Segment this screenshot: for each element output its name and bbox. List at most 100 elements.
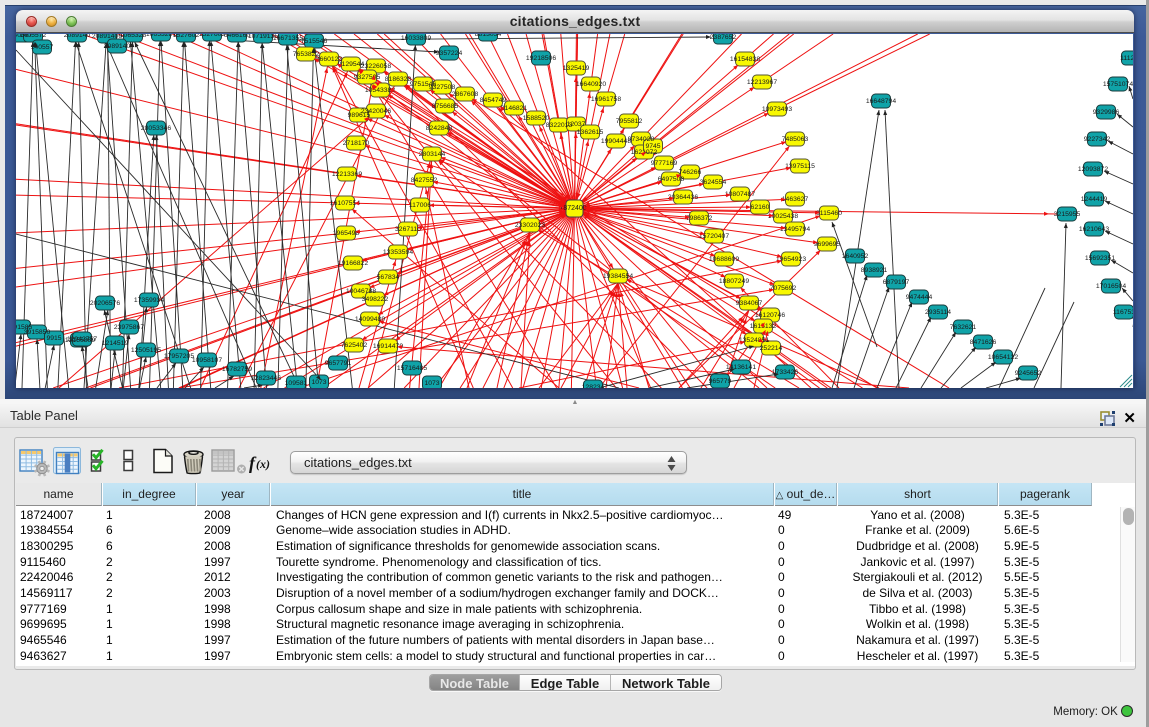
svg-text:128234: 128234 bbox=[582, 384, 605, 388]
svg-text:9657791: 9657791 bbox=[325, 360, 352, 367]
svg-text:12505195: 12505195 bbox=[131, 347, 161, 354]
svg-text:23302023: 23302023 bbox=[515, 222, 545, 229]
svg-text:2387652: 2387652 bbox=[710, 34, 737, 41]
svg-text:12093872: 12093872 bbox=[1078, 166, 1108, 173]
svg-text:1405572: 1405572 bbox=[20, 34, 47, 39]
svg-text:1073: 1073 bbox=[424, 380, 439, 387]
svg-text:6466160: 6466160 bbox=[224, 34, 251, 39]
svg-text:16120746: 16120746 bbox=[755, 312, 785, 319]
svg-text:12213967: 12213967 bbox=[747, 79, 777, 86]
svg-text:1065328: 1065328 bbox=[120, 34, 147, 39]
svg-text:1527602: 1527602 bbox=[173, 34, 200, 39]
svg-text:16154838: 16154838 bbox=[730, 56, 760, 63]
svg-text:12213369: 12213369 bbox=[332, 171, 362, 178]
svg-text:15751074: 15751074 bbox=[1103, 81, 1133, 88]
svg-text:62160: 62160 bbox=[751, 204, 770, 211]
svg-text:20891406: 20891406 bbox=[92, 34, 122, 40]
svg-text:3624554: 3624554 bbox=[700, 179, 727, 186]
svg-text:9915: 9915 bbox=[46, 335, 61, 342]
svg-text:9227342: 9227342 bbox=[1084, 136, 1111, 143]
svg-text:12823446: 12823446 bbox=[251, 375, 281, 382]
svg-text:3267110: 3267110 bbox=[395, 226, 421, 233]
svg-text:567834: 567834 bbox=[377, 274, 400, 281]
svg-text:7955812: 7955812 bbox=[616, 118, 643, 125]
svg-text:8454749: 8454749 bbox=[480, 97, 507, 104]
svg-text:9745: 9745 bbox=[645, 143, 660, 150]
svg-text:2867608: 2867608 bbox=[452, 91, 479, 98]
svg-text:18807249: 18807249 bbox=[719, 278, 749, 285]
svg-text:9777169: 9777169 bbox=[651, 160, 678, 167]
svg-text:117006: 117006 bbox=[409, 202, 431, 209]
svg-text:19218506: 19218506 bbox=[526, 55, 556, 62]
svg-text:9327505: 9327505 bbox=[354, 74, 381, 81]
svg-text:8813054: 8813054 bbox=[475, 34, 502, 38]
svg-text:1527602: 1527602 bbox=[199, 34, 226, 38]
svg-text:2935114: 2935114 bbox=[925, 309, 951, 316]
svg-text:9474444: 9474444 bbox=[906, 294, 933, 301]
svg-text:8471626: 8471626 bbox=[970, 339, 997, 346]
svg-text:9699695: 9699695 bbox=[814, 241, 841, 248]
svg-text:16671355: 16671355 bbox=[273, 35, 303, 42]
svg-text:19384554: 19384554 bbox=[603, 273, 633, 280]
svg-text:7625402: 7625402 bbox=[341, 342, 368, 349]
svg-text:17957205: 17957205 bbox=[164, 353, 194, 360]
svg-text:1362615: 1362615 bbox=[577, 129, 604, 136]
svg-text:19904448: 19904448 bbox=[601, 138, 631, 145]
svg-text:10958107: 10958107 bbox=[192, 357, 222, 364]
svg-text:109581: 109581 bbox=[285, 380, 308, 387]
svg-text:13495794: 13495794 bbox=[780, 226, 810, 233]
svg-text:2803144: 2803144 bbox=[419, 151, 446, 158]
svg-text:111216: 111216 bbox=[1120, 55, 1133, 62]
svg-text:9327508: 9327508 bbox=[429, 84, 456, 91]
svg-text:10025438: 10025438 bbox=[768, 213, 798, 220]
svg-text:16640920: 16640920 bbox=[576, 81, 606, 88]
svg-text:1073: 1073 bbox=[311, 379, 326, 386]
svg-text:12942757: 12942757 bbox=[67, 336, 97, 343]
svg-text:8186328: 8186328 bbox=[385, 76, 412, 83]
svg-text:20206576: 20206576 bbox=[90, 300, 120, 307]
svg-text:28053346: 28053346 bbox=[141, 125, 171, 132]
svg-text:13975115: 13975115 bbox=[785, 163, 815, 170]
svg-text:965779: 965779 bbox=[709, 378, 732, 385]
svg-text:9357224: 9357224 bbox=[436, 50, 463, 57]
svg-text:9384067: 9384067 bbox=[736, 300, 763, 307]
svg-text:8427552: 8427552 bbox=[411, 177, 438, 184]
svg-text:(x): (x) bbox=[256, 457, 270, 471]
svg-text:17359934: 17359934 bbox=[134, 297, 164, 304]
svg-text:15716485: 15716485 bbox=[397, 365, 427, 372]
svg-text:6879197: 6879197 bbox=[883, 279, 910, 286]
svg-text:9734028: 9734028 bbox=[628, 136, 655, 143]
svg-text:3215955: 3215955 bbox=[1054, 211, 1081, 218]
svg-text:1214519: 1214519 bbox=[102, 340, 129, 347]
svg-text:9146821: 9146821 bbox=[501, 105, 528, 112]
svg-text:23975867: 23975867 bbox=[114, 324, 144, 331]
svg-text:8242848: 8242848 bbox=[426, 125, 453, 132]
svg-text:2089140: 2089140 bbox=[64, 34, 91, 39]
svg-text:7515546: 7515546 bbox=[301, 38, 328, 45]
svg-text:9329986: 9329986 bbox=[1093, 109, 1120, 116]
svg-text:8756685: 8756685 bbox=[432, 103, 459, 110]
svg-text:116753: 116753 bbox=[1113, 309, 1133, 316]
svg-text:252214: 252214 bbox=[760, 345, 783, 352]
svg-text:15692351: 15692351 bbox=[1085, 255, 1115, 262]
svg-text:1325419: 1325419 bbox=[563, 65, 590, 72]
svg-text:10688609: 10688609 bbox=[709, 256, 739, 263]
svg-text:23226058: 23226058 bbox=[361, 63, 391, 70]
svg-text:17016504: 17016504 bbox=[1096, 283, 1126, 290]
svg-text:7075692: 7075692 bbox=[770, 285, 797, 292]
svg-text:12037: 12037 bbox=[567, 121, 586, 128]
svg-text:9245652: 9245652 bbox=[1015, 370, 1042, 377]
svg-text:16782759: 16782759 bbox=[222, 366, 252, 373]
svg-text:1965498: 1965498 bbox=[333, 230, 360, 237]
svg-text:16648794: 16648794 bbox=[866, 98, 896, 105]
svg-text:10653287: 10653287 bbox=[146, 34, 176, 38]
svg-text:16210643: 16210643 bbox=[1079, 226, 1109, 233]
svg-text:8938921: 8938921 bbox=[861, 267, 888, 274]
svg-text:1588520: 1588520 bbox=[523, 115, 550, 122]
svg-text:16961758: 16961758 bbox=[591, 96, 621, 103]
svg-text:7632621: 7632621 bbox=[950, 324, 977, 331]
svg-text:746266: 746266 bbox=[679, 169, 702, 176]
svg-text:10973493: 10973493 bbox=[762, 106, 792, 113]
svg-text:10654122: 10654122 bbox=[988, 354, 1018, 361]
svg-text:1244419: 1244419 bbox=[1081, 196, 1108, 203]
